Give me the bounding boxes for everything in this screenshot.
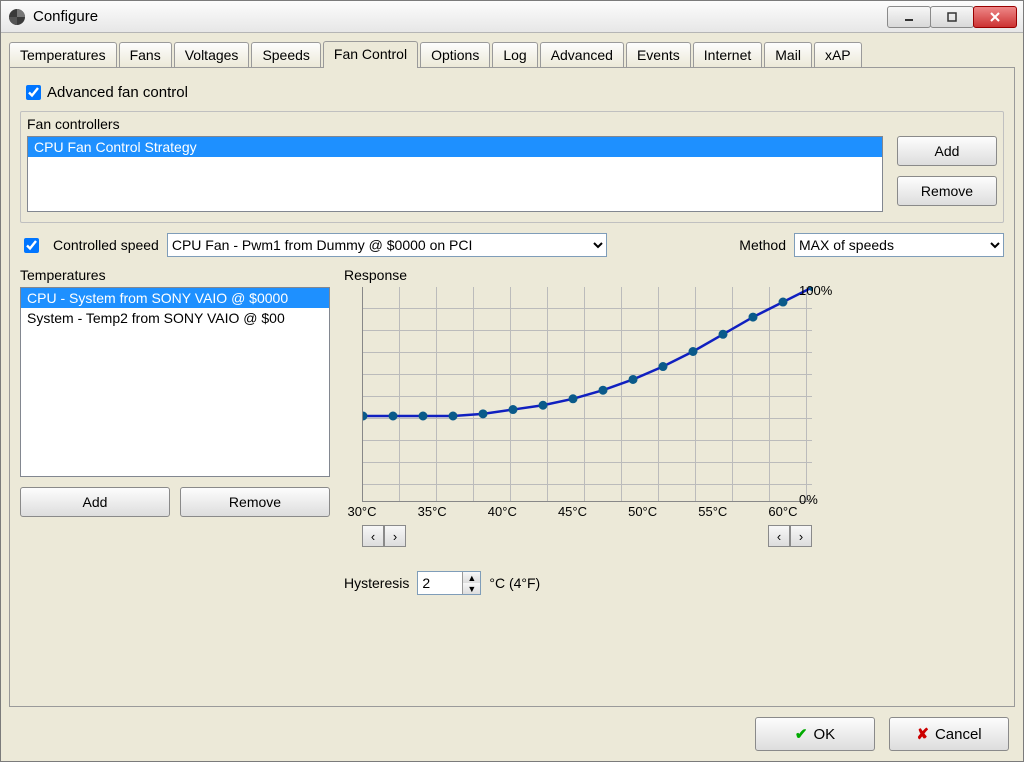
remove-controller-button[interactable]: Remove [897, 176, 997, 206]
dialog-footer: ✔ OK ✘ Cancel [755, 717, 1009, 751]
hysteresis-unit: °C (4°F) [489, 575, 540, 591]
response-label: Response [344, 267, 812, 283]
response-section: Response 100% 0% 30°C35°C40°C45°C50°C55°… [344, 267, 812, 595]
controlled-speed-combo[interactable]: CPU Fan - Pwm1 from Dummy @ $0000 on PCI [167, 233, 607, 257]
fan-controllers-listbox[interactable]: CPU Fan Control Strategy [27, 136, 883, 212]
hysteresis-row: Hysteresis ▲▼ °C (4°F) [344, 571, 812, 595]
tab-speeds[interactable]: Speeds [251, 42, 320, 67]
check-icon: ✔ [795, 725, 808, 743]
window-title: Configure [33, 8, 888, 25]
ok-button[interactable]: ✔ OK [755, 717, 875, 751]
temperatures-section: Temperatures CPU - System from SONY VAIO… [20, 267, 330, 517]
chart-left-next[interactable]: › [384, 525, 406, 547]
tab-xap[interactable]: xAP [814, 42, 862, 67]
close-button[interactable] [973, 6, 1017, 28]
advanced-fan-control-label: Advanced fan control [47, 84, 188, 101]
chart-y-bottom: 0% [799, 492, 818, 507]
controlled-speed-label: Controlled speed [53, 237, 159, 253]
advanced-fan-control-row: Advanced fan control [20, 78, 1004, 111]
minimize-button[interactable] [887, 6, 931, 28]
add-controller-button[interactable]: Add [897, 136, 997, 166]
chart-x-labels: 30°C35°C40°C45°C50°C55°C60°C [362, 504, 812, 519]
tabs: TemperaturesFansVoltagesSpeedsFan Contro… [1, 33, 1023, 67]
tab-panel: Advanced fan control Fan controllers CPU… [9, 67, 1015, 707]
controlled-speed-row: Controlled speed CPU Fan - Pwm1 from Dum… [20, 233, 1004, 257]
cancel-label: Cancel [935, 726, 982, 743]
chart-left-prev[interactable]: ‹ [362, 525, 384, 547]
controlled-speed-checkbox[interactable] [24, 238, 39, 253]
tab-events[interactable]: Events [626, 42, 691, 67]
maximize-button[interactable] [930, 6, 974, 28]
list-item[interactable]: System - Temp2 from SONY VAIO @ $00 [21, 308, 329, 328]
response-chart[interactable] [362, 287, 812, 502]
remove-temperature-button[interactable]: Remove [180, 487, 330, 517]
configure-window: Configure TemperaturesFansVoltagesSpeeds… [0, 0, 1024, 762]
tab-voltages[interactable]: Voltages [174, 42, 250, 67]
fan-controllers-label: Fan controllers [27, 114, 997, 136]
cancel-button[interactable]: ✘ Cancel [889, 717, 1009, 751]
titlebar: Configure [1, 1, 1023, 33]
add-temperature-button[interactable]: Add [20, 487, 170, 517]
method-combo[interactable]: MAX of speeds [794, 233, 1004, 257]
x-tick: 30°C [347, 504, 376, 519]
advanced-fan-control-checkbox[interactable] [26, 85, 41, 100]
hysteresis-spinner[interactable]: ▲▼ [417, 571, 481, 595]
list-item[interactable]: CPU - System from SONY VAIO @ $0000 [21, 288, 329, 308]
x-tick: 45°C [558, 504, 587, 519]
cross-icon: ✘ [916, 725, 929, 743]
spin-down-icon[interactable]: ▼ [462, 583, 480, 594]
tab-mail[interactable]: Mail [764, 42, 812, 67]
list-item[interactable]: CPU Fan Control Strategy [28, 137, 882, 157]
tab-fan-control[interactable]: Fan Control [323, 41, 418, 68]
window-buttons [888, 6, 1017, 28]
x-tick: 60°C [768, 504, 797, 519]
tab-fans[interactable]: Fans [119, 42, 172, 67]
temperatures-listbox[interactable]: CPU - System from SONY VAIO @ $0000Syste… [20, 287, 330, 477]
fan-controllers-group: Fan controllers CPU Fan Control Strategy… [20, 111, 1004, 223]
spin-up-icon[interactable]: ▲ [462, 572, 480, 583]
tab-advanced[interactable]: Advanced [540, 42, 624, 67]
hysteresis-label: Hysteresis [344, 575, 409, 591]
hysteresis-input[interactable] [418, 575, 462, 591]
tab-temperatures[interactable]: Temperatures [9, 42, 117, 67]
ok-label: OK [813, 726, 835, 743]
x-tick: 40°C [488, 504, 517, 519]
app-icon [7, 7, 27, 27]
chart-right-next[interactable]: › [790, 525, 812, 547]
method-label: Method [739, 237, 786, 253]
tab-log[interactable]: Log [492, 42, 537, 67]
temp-response-row: Temperatures CPU - System from SONY VAIO… [20, 267, 1004, 595]
chart-y-top: 100% [799, 283, 832, 298]
tab-internet[interactable]: Internet [693, 42, 762, 67]
temperatures-label: Temperatures [20, 267, 330, 283]
x-tick: 50°C [628, 504, 657, 519]
x-tick: 35°C [418, 504, 447, 519]
chart-right-prev[interactable]: ‹ [768, 525, 790, 547]
tab-options[interactable]: Options [420, 42, 490, 67]
x-tick: 55°C [698, 504, 727, 519]
